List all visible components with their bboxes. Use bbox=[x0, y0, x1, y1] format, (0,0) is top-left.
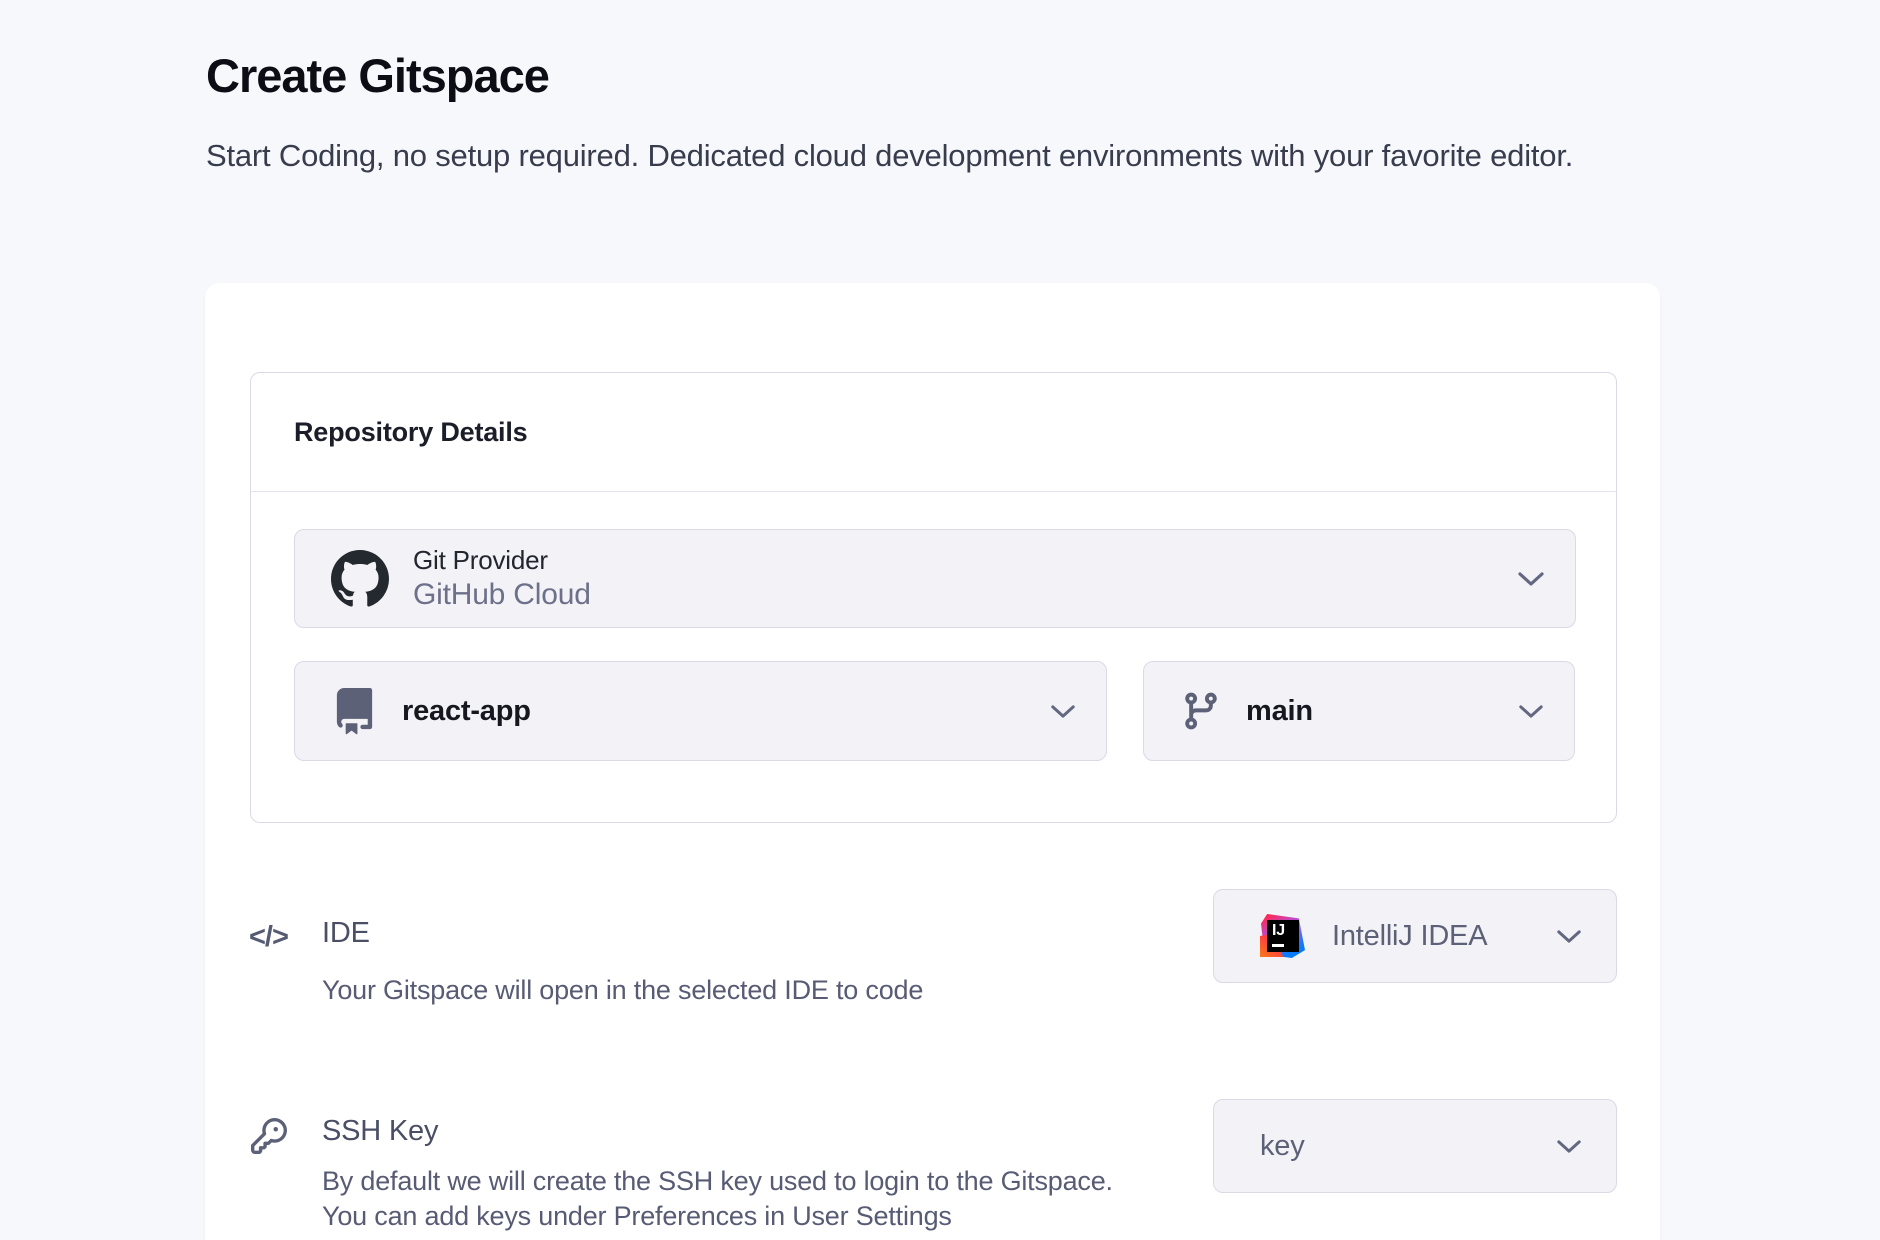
repository-value: react-app bbox=[402, 695, 531, 728]
code-icon: </> bbox=[249, 921, 288, 954]
ssh-key-select[interactable]: key bbox=[1213, 1099, 1617, 1193]
branch-select[interactable]: main bbox=[1143, 661, 1575, 761]
repository-details-header: Repository Details bbox=[251, 373, 1616, 492]
intellij-idea-icon: IJ bbox=[1260, 913, 1306, 959]
ide-description: Your Gitspace will open in the selected … bbox=[322, 973, 923, 1008]
chevron-down-icon bbox=[1517, 571, 1545, 587]
branch-value: main bbox=[1246, 695, 1313, 728]
ssh-key-value: key bbox=[1260, 1130, 1305, 1163]
create-gitspace-page: Create Gitspace Start Coding, no setup r… bbox=[0, 0, 1880, 1240]
repository-details-card: Repository Details Git Provider GitHub C… bbox=[250, 372, 1617, 823]
chevron-down-icon bbox=[1050, 704, 1076, 719]
ide-select[interactable]: IJ IntelliJ IDEA bbox=[1213, 889, 1617, 983]
git-branch-icon bbox=[1180, 690, 1222, 732]
git-provider-texts: Git Provider GitHub Cloud bbox=[413, 545, 591, 613]
chevron-down-icon bbox=[1556, 1139, 1582, 1154]
key-icon bbox=[251, 1118, 287, 1154]
page-title: Create Gitspace bbox=[206, 48, 549, 103]
github-icon bbox=[331, 550, 389, 608]
ssh-key-description-line2: You can add keys under Preferences in Us… bbox=[322, 1199, 952, 1234]
ide-value: IntelliJ IDEA bbox=[1332, 920, 1487, 953]
ssh-key-label: SSH Key bbox=[322, 1115, 438, 1148]
repo-icon bbox=[331, 688, 378, 735]
repository-select[interactable]: react-app bbox=[294, 661, 1107, 761]
page-subtitle: Start Coding, no setup required. Dedicat… bbox=[206, 134, 1671, 177]
chevron-down-icon bbox=[1556, 929, 1582, 944]
repository-details-title: Repository Details bbox=[294, 417, 527, 448]
git-provider-label: Git Provider bbox=[413, 545, 591, 575]
ide-label: IDE bbox=[322, 917, 370, 950]
git-provider-value: GitHub Cloud bbox=[413, 577, 591, 613]
ssh-key-description-line1: By default we will create the SSH key us… bbox=[322, 1164, 1113, 1199]
git-provider-select[interactable]: Git Provider GitHub Cloud bbox=[294, 529, 1576, 628]
chevron-down-icon bbox=[1518, 704, 1544, 719]
